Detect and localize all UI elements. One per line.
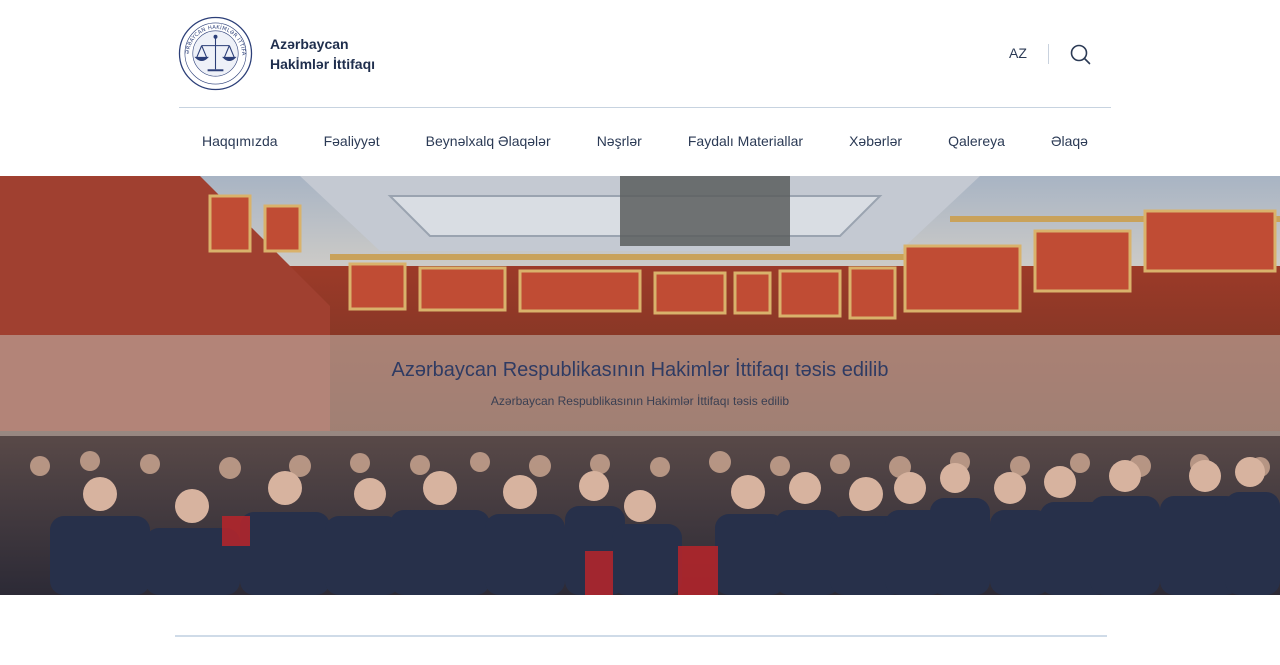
- nav-item-publications[interactable]: Nəşrlər: [597, 133, 642, 149]
- nav-item-contact[interactable]: Əlaqə: [1051, 133, 1088, 149]
- scales-of-justice-seal-icon: AZƏRBAYCAN HAKİMLƏR İTTİFAQI: [178, 16, 253, 91]
- content-divider-line: [175, 635, 1107, 637]
- nav-item-activity[interactable]: Fəaliyyət: [324, 133, 380, 149]
- nav-item-news[interactable]: Xəbərlər: [849, 133, 902, 149]
- header-divider: [1048, 44, 1049, 64]
- main-nav: Haqqımızda Fəaliyyət Beynəlxalq Əlaqələr…: [179, 133, 1111, 149]
- search-icon[interactable]: [1069, 43, 1091, 65]
- nav-item-international[interactable]: Beynəlxalq Əlaqələr: [426, 133, 551, 149]
- brand-line-2: Hakİmlər İttifaqı: [270, 55, 376, 72]
- logo-link[interactable]: AZƏRBAYCAN HAKİMLƏR İTTİFAQI Azərbaycan …: [178, 16, 375, 91]
- brand-name: Azərbaycan Hakİmlər İttifaqı: [270, 34, 375, 74]
- hero-caption-band: [0, 335, 1280, 436]
- hero-subtitle: Azərbaycan Respublikasının Hakimlər İtti…: [490, 394, 790, 408]
- header-divider-line: [179, 107, 1111, 108]
- site-header: AZƏRBAYCAN HAKİMLƏR İTTİFAQI Azərbaycan …: [0, 0, 1280, 176]
- nav-item-materials[interactable]: Faydalı Materiallar: [688, 133, 803, 149]
- nav-item-about[interactable]: Haqqımızda: [202, 133, 277, 149]
- brand-line-1: Azərbaycan: [270, 35, 349, 52]
- nav-item-gallery[interactable]: Qalereya: [948, 133, 1005, 149]
- hero-title[interactable]: Azərbaycan Respublikasının Hakimlər İtti…: [0, 359, 1280, 382]
- hero-banner[interactable]: Azərbaycan Respublikasının Hakimlər İtti…: [0, 176, 1280, 595]
- language-switcher[interactable]: AZ: [1009, 45, 1027, 61]
